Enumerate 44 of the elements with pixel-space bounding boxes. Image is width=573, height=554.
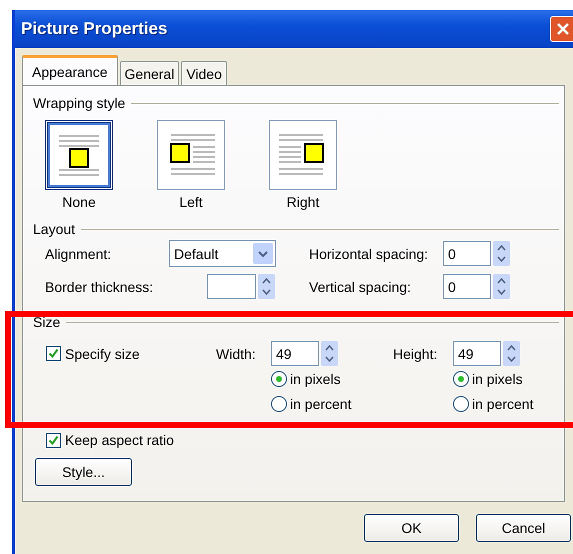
field-label: Width: — [216, 346, 257, 362]
checkbox[interactable] — [46, 432, 61, 448]
alignment-dropdown[interactable]: Default — [169, 240, 276, 267]
field-label: Border thickness: — [45, 278, 154, 294]
radio-label: in pixels — [290, 370, 341, 386]
section-heading: Size — [33, 314, 60, 330]
width-spinner[interactable] — [321, 341, 338, 366]
radio-button[interactable] — [271, 370, 287, 386]
tab[interactable]: Video — [181, 61, 227, 85]
input-field[interactable]: 49 — [271, 341, 319, 366]
input-field[interactable] — [207, 274, 256, 299]
tab[interactable]: Appearance — [22, 55, 118, 85]
checkbox-label: Specify size — [65, 346, 140, 362]
radio-button[interactable] — [271, 396, 287, 412]
tab[interactable]: General — [120, 61, 180, 85]
radio-label: in percent — [472, 396, 534, 412]
input-field[interactable]: 0 — [443, 274, 491, 299]
height-spinner[interactable] — [503, 341, 520, 366]
input-field[interactable]: 0 — [443, 241, 491, 266]
radio-label: in percent — [290, 396, 352, 412]
radio-button[interactable] — [453, 370, 469, 386]
wrap-left-icon — [167, 132, 215, 178]
field-label: Alignment: — [45, 246, 112, 262]
window-title: Picture Properties — [21, 19, 168, 39]
close-icon — [555, 21, 571, 37]
section-heading: Layout — [33, 221, 76, 237]
chevron-down-icon — [257, 248, 269, 258]
wrap-right-icon — [279, 132, 327, 178]
input-field[interactable]: 49 — [453, 341, 501, 366]
radio-label: in pixels — [472, 370, 523, 386]
checkbox-label: Keep aspect ratio — [65, 432, 174, 448]
checkbox[interactable] — [46, 346, 61, 361]
field-label: Vertical spacing: — [309, 278, 412, 294]
radio-button[interactable] — [453, 396, 469, 412]
border-thickness-spinner[interactable] — [258, 274, 275, 299]
section-heading: Wrapping style — [33, 95, 126, 111]
field-label: Horizontal spacing: — [309, 246, 430, 262]
field-label: Height: — [393, 346, 438, 362]
dialog-button[interactable]: Cancel — [476, 514, 571, 542]
vertical-spacing-spinner[interactable] — [493, 274, 510, 299]
close-button[interactable] — [550, 16, 573, 42]
dialog-button[interactable]: OK — [364, 514, 459, 542]
style-button[interactable]: Style... — [35, 458, 132, 486]
horizontal-spacing-spinner[interactable] — [493, 241, 510, 266]
